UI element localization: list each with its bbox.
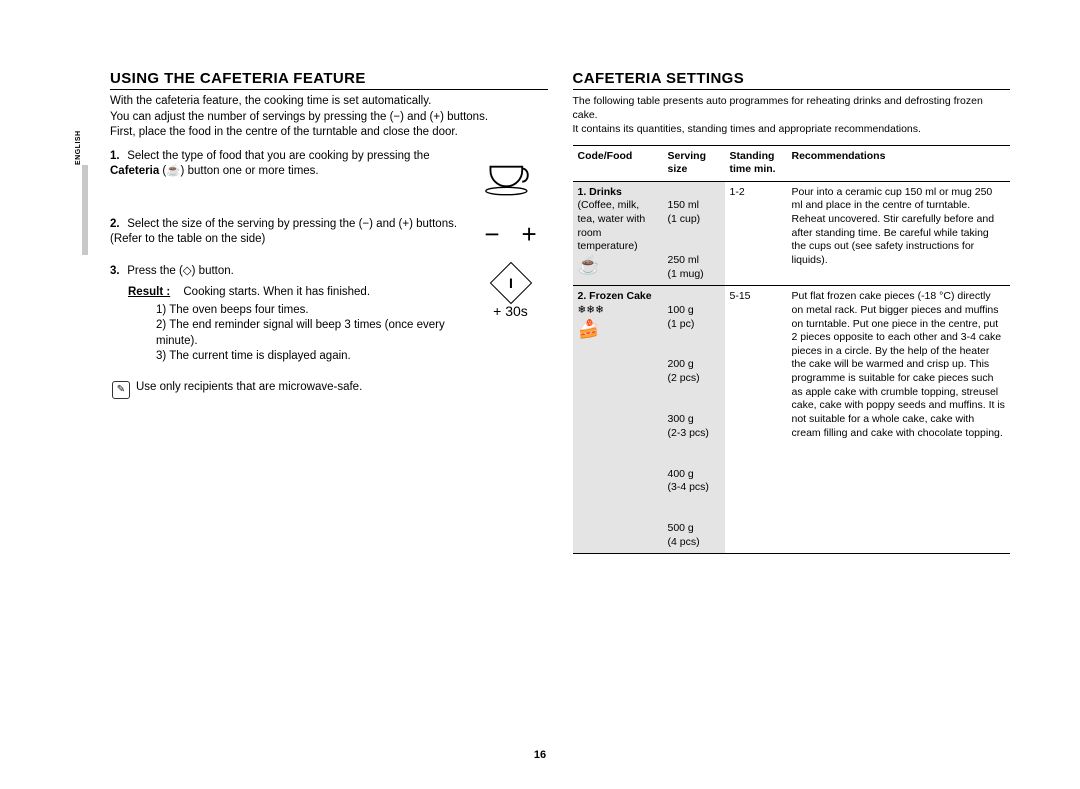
code-title: 1. Drinks <box>578 186 622 198</box>
result-item: 3) The current time is displayed again. <box>156 349 460 365</box>
note-icon: ✎ <box>112 381 130 399</box>
left-heading: USING THE CAFETERIA FEATURE <box>110 70 548 90</box>
th-code: Code/Food <box>573 145 663 181</box>
code-title: 2. Frozen Cake <box>578 290 652 302</box>
right-column: CAFETERIA SETTINGS The following table p… <box>573 70 1011 554</box>
th-rec: Recommendations <box>787 145 1011 181</box>
step1-text-b: (☕) button one or more times. <box>159 165 318 177</box>
left-column: USING THE CAFETERIA FEATURE With the caf… <box>110 70 548 554</box>
step-number: 1. <box>110 149 124 165</box>
intro-line: You can adjust the number of servings by… <box>110 110 548 126</box>
result-label: Result : <box>128 286 170 298</box>
serving: 400 g (3-4 pcs) <box>668 468 709 494</box>
serving: 100 g (1 pc) <box>668 304 695 330</box>
code-desc: ❄❄❄ <box>578 304 604 316</box>
note-text: Use only recipients that are microwave-s… <box>136 381 362 393</box>
serving: 150 ml (1 cup) <box>668 199 701 225</box>
table-row: 2. Frozen Cake ❄❄❄ 🍰 100 g (1 pc) 200 g … <box>573 286 1011 554</box>
right-intro: The following table presents auto progra… <box>573 94 1011 122</box>
serving: 300 g (2-3 pcs) <box>668 413 709 439</box>
coffee-icon <box>474 149 548 201</box>
serving: 250 ml (1 mug) <box>668 254 704 280</box>
table-row: 1. Drinks (Coffee, milk, tea, water with… <box>573 181 1011 285</box>
settings-table: Code/Food Serving size Standing time min… <box>573 145 1011 555</box>
result-lead: Cooking starts. When it has finished. <box>183 286 370 298</box>
start-icon: I + 30s <box>474 264 548 318</box>
page-number: 16 <box>0 749 1080 761</box>
plus-30s-label: + 30s <box>493 304 528 318</box>
code-desc: (Coffee, milk, tea, water with room temp… <box>578 199 646 252</box>
recommendation: Put flat frozen cake pieces (-18 °C) dir… <box>787 286 1011 554</box>
step1-text-a: Select the type of food that you are coo… <box>127 150 429 162</box>
step-1: 1. Select the type of food that you are … <box>110 149 548 201</box>
standing-time: 1-2 <box>725 181 787 285</box>
step3-text: Press the (◇) button. <box>127 265 234 277</box>
result-item: 1) The oven beeps four times. <box>156 303 460 319</box>
minus-icon: − <box>484 221 499 247</box>
right-heading: CAFETERIA SETTINGS <box>573 70 1011 90</box>
plus-icon: + <box>522 221 537 247</box>
cafeteria-word: Cafeteria <box>110 165 159 177</box>
intro-line: With the cafeteria feature, the cooking … <box>110 94 548 110</box>
result-item: 2) The end reminder signal will beep 3 t… <box>156 318 460 349</box>
note: ✎ Use only recipients that are microwave… <box>110 381 548 399</box>
coffee-icon: ☕ <box>578 255 600 275</box>
step-number: 2. <box>110 217 124 233</box>
cake-icon: 🍰 <box>578 319 600 339</box>
step2-text: Select the size of the serving by pressi… <box>110 218 457 246</box>
step-2: 2. Select the size of the serving by pre… <box>110 217 548 248</box>
th-serving: Serving size <box>663 145 725 181</box>
step-number: 3. <box>110 264 124 280</box>
th-standing: Standing time min. <box>725 145 787 181</box>
recommendation: Pour into a ceramic cup 150 ml or mug 25… <box>787 181 1011 285</box>
right-intro: It contains its quantities, standing tim… <box>573 122 1011 136</box>
serving: 500 g (4 pcs) <box>668 522 700 548</box>
step-3: 3. Press the (◇) button. Result : Cookin… <box>110 264 548 365</box>
intro-line: First, place the food in the centre of t… <box>110 125 548 141</box>
standing-time: 5-15 <box>725 286 787 554</box>
serving: 200 g (2 pcs) <box>668 358 700 384</box>
